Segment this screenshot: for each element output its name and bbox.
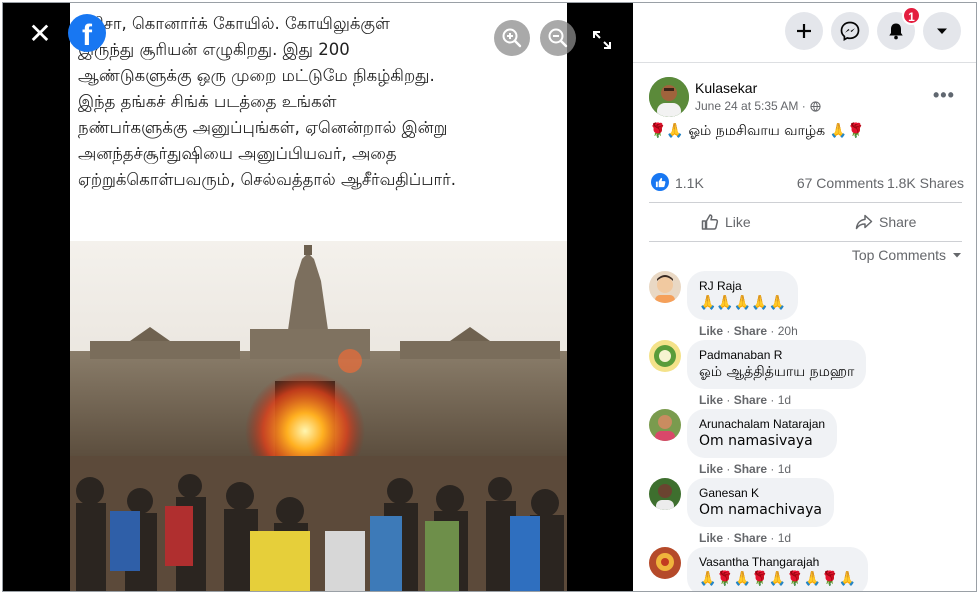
messenger-icon — [840, 21, 860, 41]
comment-share-link[interactable]: Share — [734, 393, 767, 407]
comment-like-link[interactable]: Like — [699, 393, 723, 407]
comment-actions: Like · Share · 1d — [699, 531, 792, 545]
temple-sunrise-image — [70, 241, 567, 591]
author-avatar[interactable] — [649, 77, 689, 117]
globe-icon — [810, 100, 821, 112]
post-time-text: June 24 at 5:35 AM · — [695, 99, 806, 113]
comment-bubble: RJ Raja 🙏🙏🙏🙏🙏 — [687, 271, 799, 320]
comment-bubble: Vasantha Thangarajah 🙏🌹🙏🌹🙏🌹🙏🌹🙏 — [687, 547, 868, 591]
share-button[interactable]: Share — [855, 210, 916, 234]
comment-share-link[interactable]: Share — [734, 324, 767, 338]
caret-down-icon — [953, 253, 961, 258]
comment-actions: Like · Share · 20h — [699, 324, 798, 338]
zoom-out-icon — [548, 28, 568, 48]
top-navigation-bar: 1 — [633, 3, 976, 63]
plus-icon — [797, 24, 811, 38]
comment-bubble: Padmanaban R ஓம் ஆத்தித்யாய நமஹா — [687, 340, 867, 389]
create-button[interactable] — [785, 12, 823, 50]
comment-time[interactable]: 1d — [778, 531, 791, 545]
share-arrow-icon — [855, 214, 873, 230]
commenter-avatar[interactable] — [649, 409, 681, 441]
post-photo[interactable]: ஒரிசா, கொனார்க் கோயில். கோயிலுக்குள் இரு… — [70, 3, 567, 591]
bell-icon — [889, 23, 903, 40]
caption-line: இருந்து சூரியன் எழுகிறது. இது 200 — [78, 40, 350, 59]
post-action-bar: Like Share — [649, 202, 962, 242]
comment-sort-dropdown[interactable]: Top Comments — [852, 247, 962, 263]
facebook-photo-window: ஒரிசா, கொனார்க் கோயில். கோயிலுக்குள் இரு… — [2, 2, 977, 592]
comment-share-link[interactable]: Share — [734, 462, 767, 476]
zoom-in-icon — [502, 28, 522, 48]
comment-actions: Like · Share · 1d — [699, 393, 792, 407]
share-button-label: Share — [879, 214, 917, 230]
post-details-panel: 1 Kulasekar June 24 at 5:35 AM · ••• 🌹🙏 … — [633, 3, 976, 591]
comment-count[interactable]: 67 Comments — [797, 175, 884, 191]
comment-sort-label: Top Comments — [851, 247, 946, 263]
comment-text: Om namachivaya — [699, 502, 822, 518]
zoom-out-button[interactable] — [540, 20, 576, 56]
commenter-name[interactable]: Padmanaban R — [699, 347, 854, 363]
photo-caption-text: ஒரிசா, கொனார்க் கோயில். கோயிலுக்குள் இரு… — [78, 11, 564, 193]
thumbs-up-icon — [701, 214, 719, 230]
commenter-name[interactable]: RJ Raja — [699, 278, 786, 294]
caption-line: இந்த தங்கச் சிங்க் படத்தை உங்கள் — [78, 92, 337, 111]
commenter-name[interactable]: Ganesan K — [699, 485, 822, 501]
caption-line: அனந்தச்சூர்துஷியை அனுப்பியவர், அதை — [78, 144, 397, 163]
share-count[interactable]: 1.8K Shares — [887, 175, 964, 191]
commenter-name[interactable]: Arunachalam Natarajan — [699, 416, 825, 432]
notifications-button[interactable]: 1 — [877, 6, 921, 50]
comment-text: Om namasivaya — [699, 433, 813, 449]
account-menu-button[interactable] — [923, 12, 961, 50]
photo-viewer: ஒரிசா, கொனார்க் கோயில். கோயிலுக்குள் இரு… — [3, 3, 633, 591]
post-stats: 1.1K 67 Comments 1.8K Shares — [649, 173, 964, 195]
commenter-avatar[interactable] — [649, 478, 681, 510]
post-options-button[interactable]: ••• — [933, 85, 957, 105]
fullscreen-icon[interactable] — [591, 29, 613, 51]
post-timestamp[interactable]: June 24 at 5:35 AM · — [695, 99, 821, 113]
close-viewer-button[interactable]: ✕ — [25, 19, 55, 49]
caret-down-icon — [937, 28, 947, 34]
commenter-avatar[interactable] — [649, 547, 681, 579]
commenter-avatar[interactable] — [649, 340, 681, 372]
post-text: 🌹🙏 ஓம் நமசிவாய வாழ்க 🙏🌹 — [649, 123, 865, 139]
comment-like-link[interactable]: Like — [699, 324, 723, 338]
comment-bubble: Arunachalam Natarajan Om namasivaya — [687, 409, 838, 458]
notification-count-badge: 1 — [902, 6, 921, 25]
comment-like-link[interactable]: Like — [699, 531, 723, 545]
like-button-label: Like — [725, 214, 751, 230]
like-button[interactable]: Like — [701, 210, 751, 234]
facebook-logo-icon[interactable]: f — [68, 14, 106, 52]
comment-like-link[interactable]: Like — [699, 462, 723, 476]
comment-time[interactable]: 1d — [778, 393, 791, 407]
author-name[interactable]: Kulasekar — [695, 80, 757, 96]
comment-actions: Like · Share · 1d — [699, 462, 792, 476]
caption-line: ஆண்டுகளுக்கு ஒரு முறை மட்டுமே நிகழ்கிறது… — [78, 66, 435, 85]
comment-share-link[interactable]: Share — [734, 531, 767, 545]
caption-line: நண்பர்களுக்கு அனுப்புங்கள், ஏனென்றால் இன… — [78, 118, 448, 137]
caption-line: ஒரிசா, கொனார்க் கோயில். கோயிலுக்குள் — [78, 14, 390, 33]
messenger-button[interactable] — [831, 12, 869, 50]
caption-line: ஏற்றுக்கொள்பவரும், செல்வத்தால் ஆசீர்வதிப… — [78, 170, 456, 189]
comment-text: ஓம் ஆத்தித்யாய நமஹா — [699, 364, 855, 380]
like-reaction-icon[interactable] — [651, 173, 669, 191]
like-count[interactable]: 1.1K — [675, 175, 704, 191]
comment-text: 🙏🌹🙏🌹🙏🌹🙏🌹🙏 — [699, 571, 856, 587]
comment-text: 🙏🙏🙏🙏🙏 — [699, 295, 787, 311]
comment-time[interactable]: 1d — [778, 462, 791, 476]
comment-time[interactable]: 20h — [778, 324, 798, 338]
zoom-in-button[interactable] — [494, 20, 530, 56]
commenter-avatar[interactable] — [649, 271, 681, 303]
comment-bubble: Ganesan K Om namachivaya — [687, 478, 834, 527]
commenter-name[interactable]: Vasantha Thangarajah — [699, 554, 856, 570]
